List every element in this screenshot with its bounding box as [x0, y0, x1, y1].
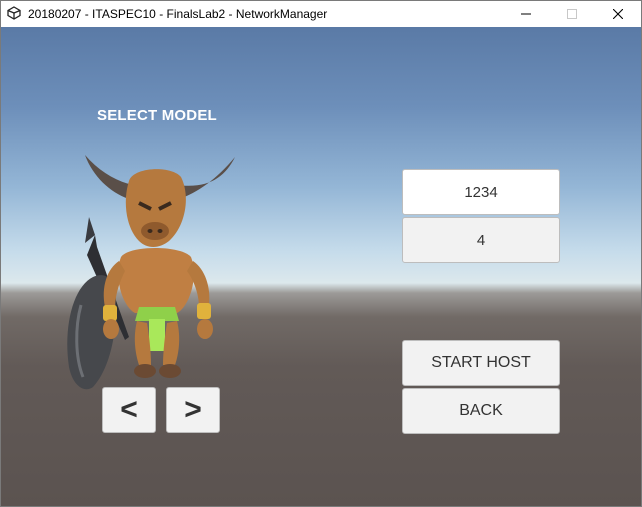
window-title: 20180207 - ITASPEC10 - FinalsLab2 - Netw…	[28, 7, 328, 21]
close-button[interactable]	[595, 1, 641, 27]
next-model-button[interactable]: >	[166, 387, 220, 433]
select-model-label: SELECT MODEL	[97, 107, 217, 124]
port-field[interactable]: 1234	[402, 169, 560, 215]
maximize-button[interactable]	[549, 1, 595, 27]
minotaur-character	[67, 155, 235, 390]
back-button[interactable]: BACK	[402, 388, 560, 434]
max-players-field[interactable]: 4	[402, 217, 560, 263]
minimize-button[interactable]	[503, 1, 549, 27]
app-window: 20180207 - ITASPEC10 - FinalsLab2 - Netw…	[0, 0, 642, 507]
minimize-icon	[521, 13, 531, 15]
close-icon	[613, 9, 623, 19]
previous-model-button[interactable]: <	[102, 387, 156, 433]
title-bar[interactable]: 20180207 - ITASPEC10 - FinalsLab2 - Netw…	[1, 1, 641, 27]
maximize-icon	[567, 9, 577, 19]
unity-icon	[7, 6, 21, 20]
game-viewport: SELECT MODEL 1234 4 START HOST BACK < >	[1, 27, 641, 506]
start-host-button[interactable]: START HOST	[402, 340, 560, 386]
